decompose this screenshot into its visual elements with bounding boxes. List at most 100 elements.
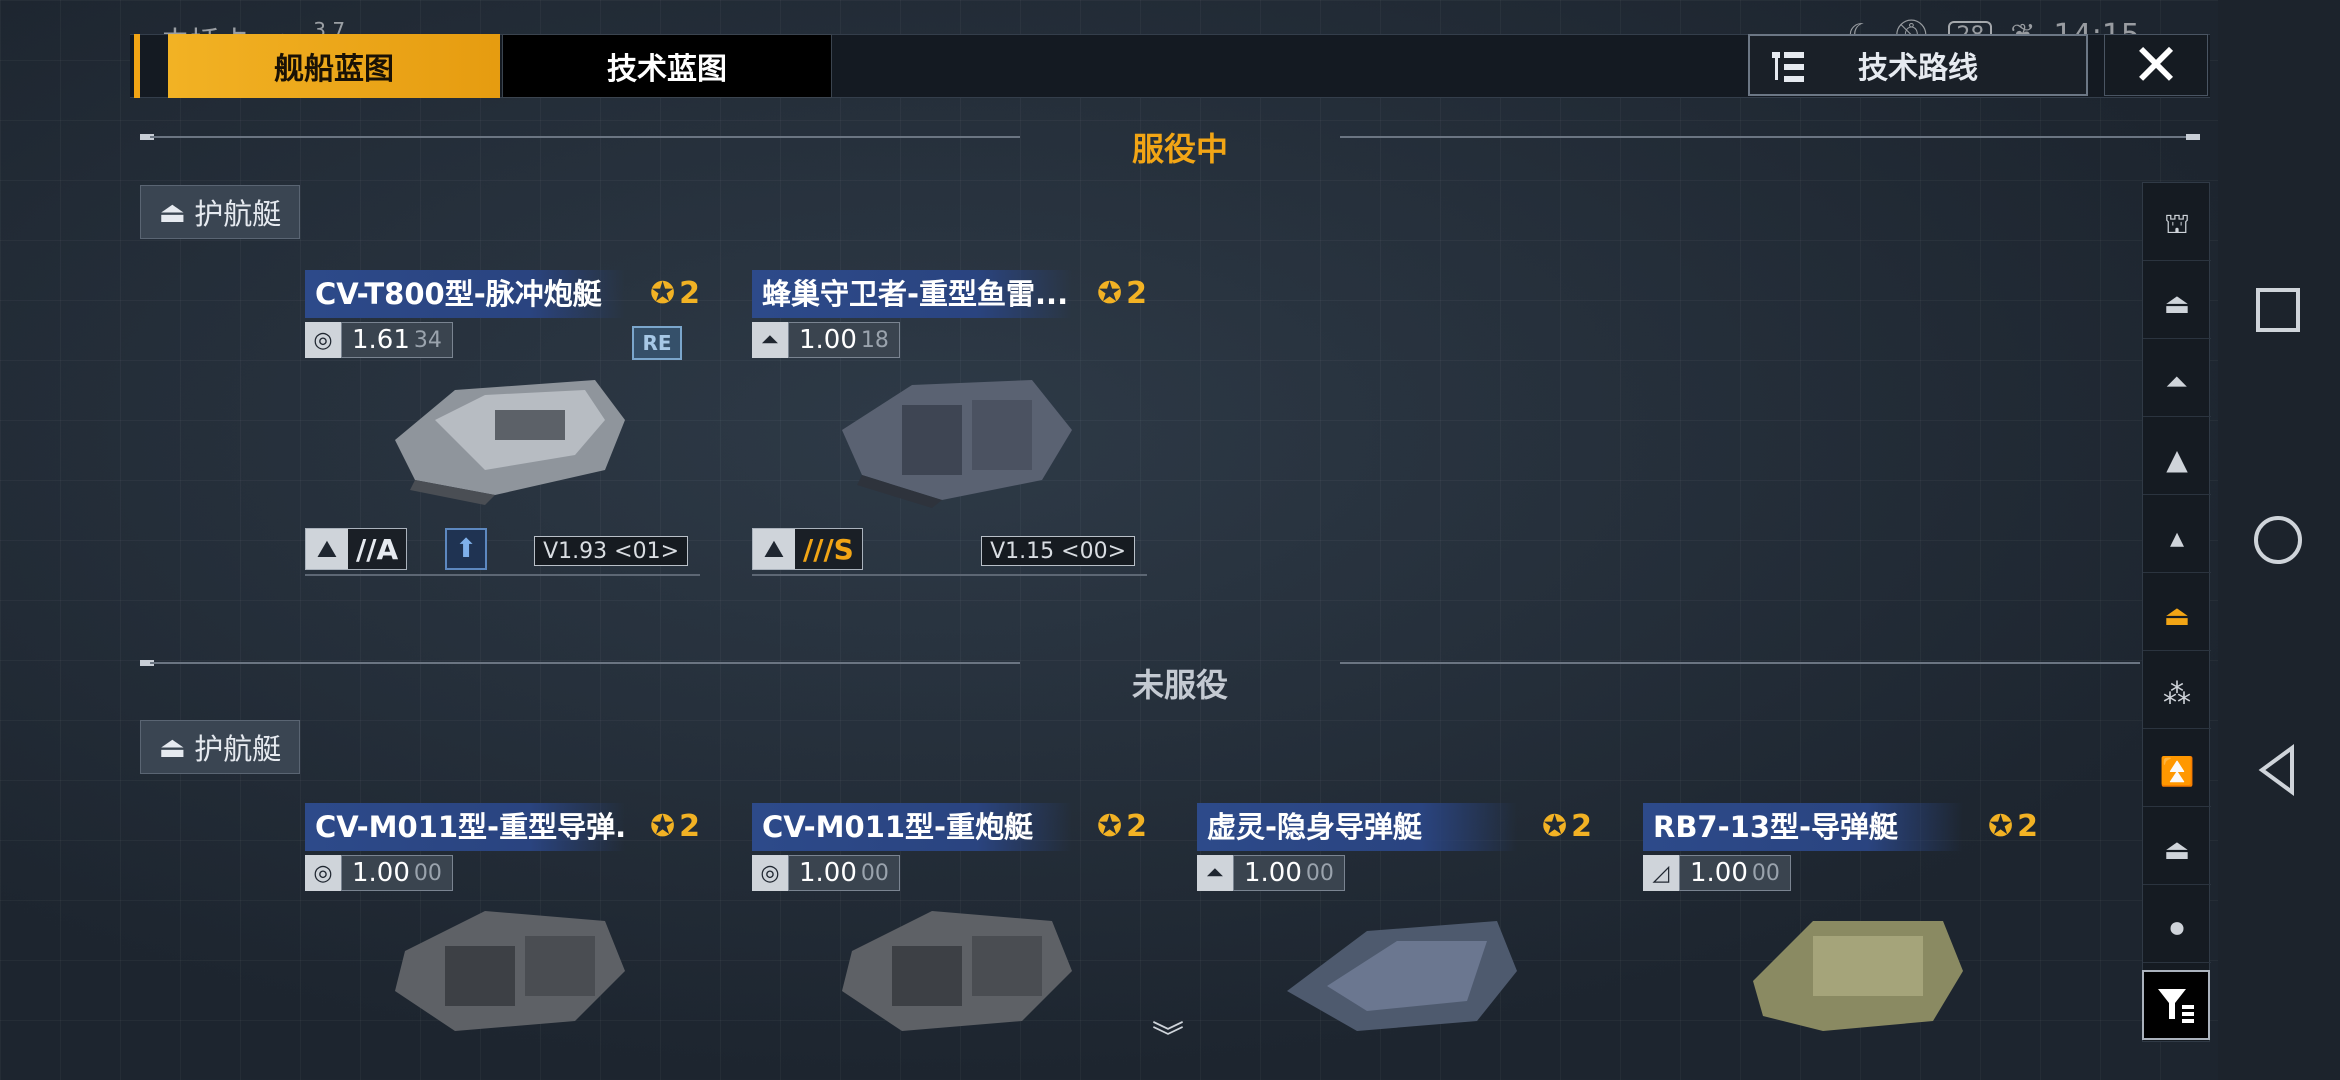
stat-value: 1.00 00 <box>1233 855 1345 891</box>
rank-icon: ✪ <box>649 809 676 844</box>
stat-value: 1.00 00 <box>1679 855 1791 891</box>
ship-stat: ⏶ 1.00 00 <box>1197 855 1345 891</box>
ship-stat: ◎ 1.00 00 <box>752 855 900 891</box>
category-label: 护航艇 <box>194 197 282 231</box>
rank-icon: ✪ <box>1096 276 1123 311</box>
filter-escort-icon[interactable]: ⏏ <box>2143 581 2211 651</box>
filter-capital-icon[interactable]: ⛫ <box>2143 191 2211 261</box>
section-title-not-in-service: 未服役 <box>1131 666 1228 704</box>
grade-value: //A <box>348 529 407 569</box>
ship-name: 虚灵-隐身导弹艇 <box>1197 803 1517 851</box>
card-footer: ⛰//A ⬆ V1.93 <01> <box>305 524 700 576</box>
ship-image <box>842 380 1072 508</box>
divider-line <box>150 136 1020 138</box>
rank-icon: ✪ <box>649 276 676 311</box>
filter-support-icon[interactable]: ⏫ <box>2143 737 2211 807</box>
rank-value: 2 <box>1571 809 1592 844</box>
stat-main: 1.00 <box>352 858 410 888</box>
escort-icon: ⏏ <box>158 730 187 764</box>
grade-value: ///S <box>795 529 862 569</box>
version-label: V1.93 <01> <box>534 536 688 566</box>
ship-card[interactable]: RB7-13型-导弹艇 ✪ 2 ◿ 1.00 00 <box>1643 803 2038 1080</box>
filter-button[interactable] <box>2142 970 2210 1040</box>
stat-sub: 00 <box>860 860 889 886</box>
back-icon[interactable] <box>2248 740 2308 800</box>
card-baseline <box>305 574 700 576</box>
grade-badge: ⛰//A <box>305 528 408 570</box>
ship-image <box>842 911 1072 1031</box>
tab-tech-blueprint[interactable]: 技术蓝图 <box>502 34 832 98</box>
tab-ship-blueprint[interactable]: 舰船蓝图 <box>134 34 500 98</box>
tech-route-label: 技术路线 <box>1858 51 1978 86</box>
recent-apps-icon[interactable] <box>2248 280 2308 340</box>
filter-corvette-icon[interactable]: ⏺ <box>2143 893 2211 963</box>
filter-carrier-icon[interactable]: ⏏ <box>2143 269 2211 339</box>
ship-image <box>395 380 625 505</box>
filter-battlecruiser-icon[interactable]: ⏶ <box>2143 347 2211 417</box>
divider-line <box>1340 136 2190 138</box>
stat-value: 1.00 00 <box>788 855 900 891</box>
speed-icon: ◿ <box>1643 855 1679 891</box>
version-label: V1.15 <00> <box>981 536 1135 566</box>
upgrade-icon[interactable]: ⬆ <box>445 528 487 570</box>
ship-image <box>1753 921 1963 1031</box>
rank-icon: ✪ <box>1096 809 1123 844</box>
category-escort-in-service[interactable]: ⏏ 护航艇 <box>140 185 300 239</box>
system-nav-bar <box>2218 0 2340 1080</box>
card-baseline <box>752 574 1147 576</box>
tech-route-button[interactable]: 技术路线 <box>1748 34 2088 96</box>
globe-icon: ◎ <box>305 322 341 358</box>
ship-card[interactable]: CV-T800型-脉冲炮艇 ✪ 2 ◎ 1.61 34 RE ⛰//A ⬆ V1.9… <box>305 270 700 600</box>
ship-card[interactable]: 蜂巢守卫者-重型鱼雷... ✪ 2 ⏶ 1.00 18 ⛰///S V1.15 <0… <box>752 270 1147 600</box>
ship-image <box>395 911 625 1031</box>
stat-sub: 00 <box>1751 860 1780 886</box>
ship-card[interactable]: CV-M011型-重型导弹... ✪ 2 ◎ 1.00 00 <box>305 803 700 1080</box>
scroll-down-chevron-icon[interactable]: ︾ <box>1152 1012 1188 1056</box>
category-escort-not-in-service[interactable]: ⏏ 护航艇 <box>140 720 300 774</box>
category-label: 护航艇 <box>194 732 282 766</box>
filter-icon <box>2158 989 2194 1023</box>
stat-sub: 00 <box>413 860 442 886</box>
missile-icon: ⏶ <box>1197 855 1233 891</box>
rank-value: 2 <box>679 276 700 311</box>
rank-badge: ✪ 2 <box>650 809 700 844</box>
divider-line <box>150 662 1020 664</box>
stat-main: 1.61 <box>352 325 410 355</box>
stat-main: 1.00 <box>799 858 857 888</box>
stat-sub: 00 <box>1305 860 1334 886</box>
home-icon[interactable] <box>2248 510 2308 570</box>
grade-badge: ⛰///S <box>752 528 863 570</box>
escort-icon: ⏏ <box>158 195 187 229</box>
stat-value: 1.00 18 <box>788 322 900 358</box>
grade-icon: ⛰ <box>306 529 348 569</box>
divider-dot <box>2186 134 2200 140</box>
stat-main: 1.00 <box>1690 858 1748 888</box>
filter-aircraft-icon[interactable]: ⁂ <box>2143 659 2211 729</box>
rank-value: 2 <box>1126 809 1147 844</box>
ship-name: CV-M011型-重炮艇 <box>752 803 1072 851</box>
ship-card[interactable]: 虚灵-隐身导弹艇 ✪ 2 ⏶ 1.00 00 <box>1197 803 1592 1080</box>
ship-image <box>1287 921 1517 1031</box>
stat-value: 1.61 34 <box>341 322 453 358</box>
ship-stat: ◿ 1.00 00 <box>1643 855 1791 891</box>
close-button[interactable]: ✕ <box>2104 31 2208 99</box>
stat-main: 1.00 <box>799 325 857 355</box>
filter-cruiser-icon[interactable]: ▲ <box>2143 425 2211 495</box>
ship-name: CV-T800型-脉冲炮艇 <box>305 270 625 318</box>
rank-value: 2 <box>679 809 700 844</box>
ship-stat: ◎ 1.00 00 <box>305 855 453 891</box>
card-footer: ⛰///S V1.15 <00> <box>752 524 1147 576</box>
ship-name: CV-M011型-重型导弹... <box>305 803 625 851</box>
rank-icon: ✪ <box>1541 809 1568 844</box>
filter-frigate-icon[interactable]: ⏏ <box>2143 815 2211 885</box>
rank-value: 2 <box>2017 809 2038 844</box>
rank-badge: ✪ 2 <box>1097 276 1147 311</box>
ship-name: 蜂巢守卫者-重型鱼雷... <box>752 270 1072 318</box>
divider-line <box>1340 662 2140 664</box>
section-title-in-service: 服役中 <box>1131 130 1228 168</box>
stat-main: 1.00 <box>1244 858 1302 888</box>
ship-card[interactable]: CV-M011型-重炮艇 ✪ 2 ◎ 1.00 00 <box>752 803 1147 1080</box>
rank-badge: ✪ 2 <box>1097 809 1147 844</box>
rank-icon: ✪ <box>1987 809 2014 844</box>
filter-destroyer-icon[interactable]: ▴ <box>2143 503 2211 573</box>
